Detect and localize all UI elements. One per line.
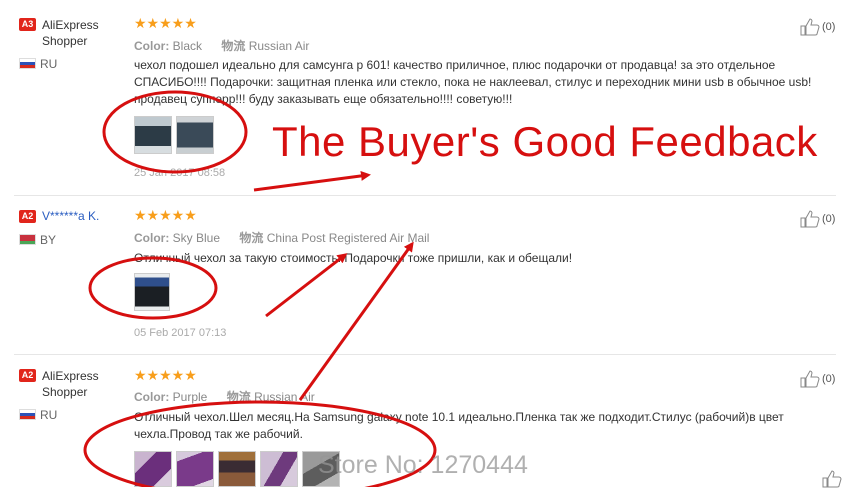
reviewer-name[interactable]: V******a K. xyxy=(42,208,99,224)
shipping-label: 物流 xyxy=(226,390,251,404)
color-value: Purple xyxy=(172,390,208,404)
helpful-button[interactable]: (0) xyxy=(800,18,835,36)
color-label: Color: xyxy=(134,39,170,53)
order-info: Color: Purple 物流 Russian Air xyxy=(134,388,331,405)
color-label: Color: xyxy=(134,231,170,245)
shipping-value: Russian Air xyxy=(248,39,310,53)
store-watermark: Store No: 1270444 xyxy=(318,451,528,479)
review-text: Отличный чехол.Шел месяц.На Samsung gala… xyxy=(134,410,784,441)
review-photos xyxy=(134,116,214,154)
arrow-icon xyxy=(253,170,371,192)
review-photo[interactable] xyxy=(218,451,256,487)
review-photo[interactable] xyxy=(134,451,172,487)
country-code: BY xyxy=(40,233,57,247)
star-rating: ★★★★★ xyxy=(134,367,197,383)
country-code: RU xyxy=(40,57,58,71)
helpful-count: (0) xyxy=(822,213,836,225)
review-photo[interactable] xyxy=(176,451,214,487)
helpful-button[interactable]: (0) xyxy=(800,210,835,228)
thumbs-up-icon xyxy=(800,18,820,36)
color-value: Sky Blue xyxy=(172,231,221,245)
review-date: 25 Jan 2017 08:58 xyxy=(134,167,226,179)
helpful-button[interactable]: (0) xyxy=(800,370,835,388)
color-label: Color: xyxy=(134,390,170,404)
review-divider xyxy=(14,195,836,196)
review-photo[interactable] xyxy=(176,116,214,154)
star-rating: ★★★★★ xyxy=(134,15,197,31)
order-info: Color: Sky Blue 物流 China Post Registered… xyxy=(134,229,445,246)
reviewer-name: AliExpress Shopper xyxy=(42,18,99,48)
shipping-value: China Post Registered Air Mail xyxy=(266,231,430,245)
review-photo[interactable] xyxy=(134,116,172,154)
helpful-count: (0) xyxy=(822,373,836,385)
user-level-badge: A3 xyxy=(19,18,36,31)
feedback-banner: The Buyer's Good Feedback xyxy=(272,118,818,165)
reviewer-country: RU xyxy=(19,408,57,422)
shipping-value: Russian Air xyxy=(254,390,315,404)
review-divider xyxy=(14,354,836,355)
shipping-label: 物流 xyxy=(221,39,246,53)
review-text: чехол подошел идеально для самсунга р 60… xyxy=(134,58,812,106)
thumbs-up-icon xyxy=(800,210,820,228)
reviewer-name: AliExpress Shopper xyxy=(42,369,99,399)
star-rating: ★★★★★ xyxy=(134,207,197,223)
color-value: Black xyxy=(172,39,203,53)
review-photo[interactable] xyxy=(134,273,170,311)
review-photo[interactable] xyxy=(260,451,298,487)
helpful-count: (0) xyxy=(822,21,836,33)
country-code: RU xyxy=(40,408,58,422)
review-photos xyxy=(134,451,340,487)
shipping-label: 物流 xyxy=(239,231,264,245)
order-info: Color: Black 物流 Russian Air xyxy=(134,37,325,54)
review-date: 05 Feb 2017 07:13 xyxy=(134,327,227,339)
review-photos xyxy=(134,273,170,311)
review-text: Отличный чехол за такую стоимость. Подар… xyxy=(134,251,573,265)
user-level-badge: A2 xyxy=(19,369,36,382)
user-level-badge: A2 xyxy=(19,210,36,223)
reviewer-country: BY xyxy=(19,233,56,247)
russia-flag-icon xyxy=(19,58,36,69)
arrow-icon xyxy=(298,241,414,401)
reviewer-country: RU xyxy=(19,57,57,71)
belarus-flag-icon xyxy=(19,234,36,245)
russia-flag-icon xyxy=(19,409,36,420)
thumbs-up-icon xyxy=(822,470,842,488)
thumbs-up-icon xyxy=(800,370,820,388)
helpful-button[interactable] xyxy=(822,470,842,488)
